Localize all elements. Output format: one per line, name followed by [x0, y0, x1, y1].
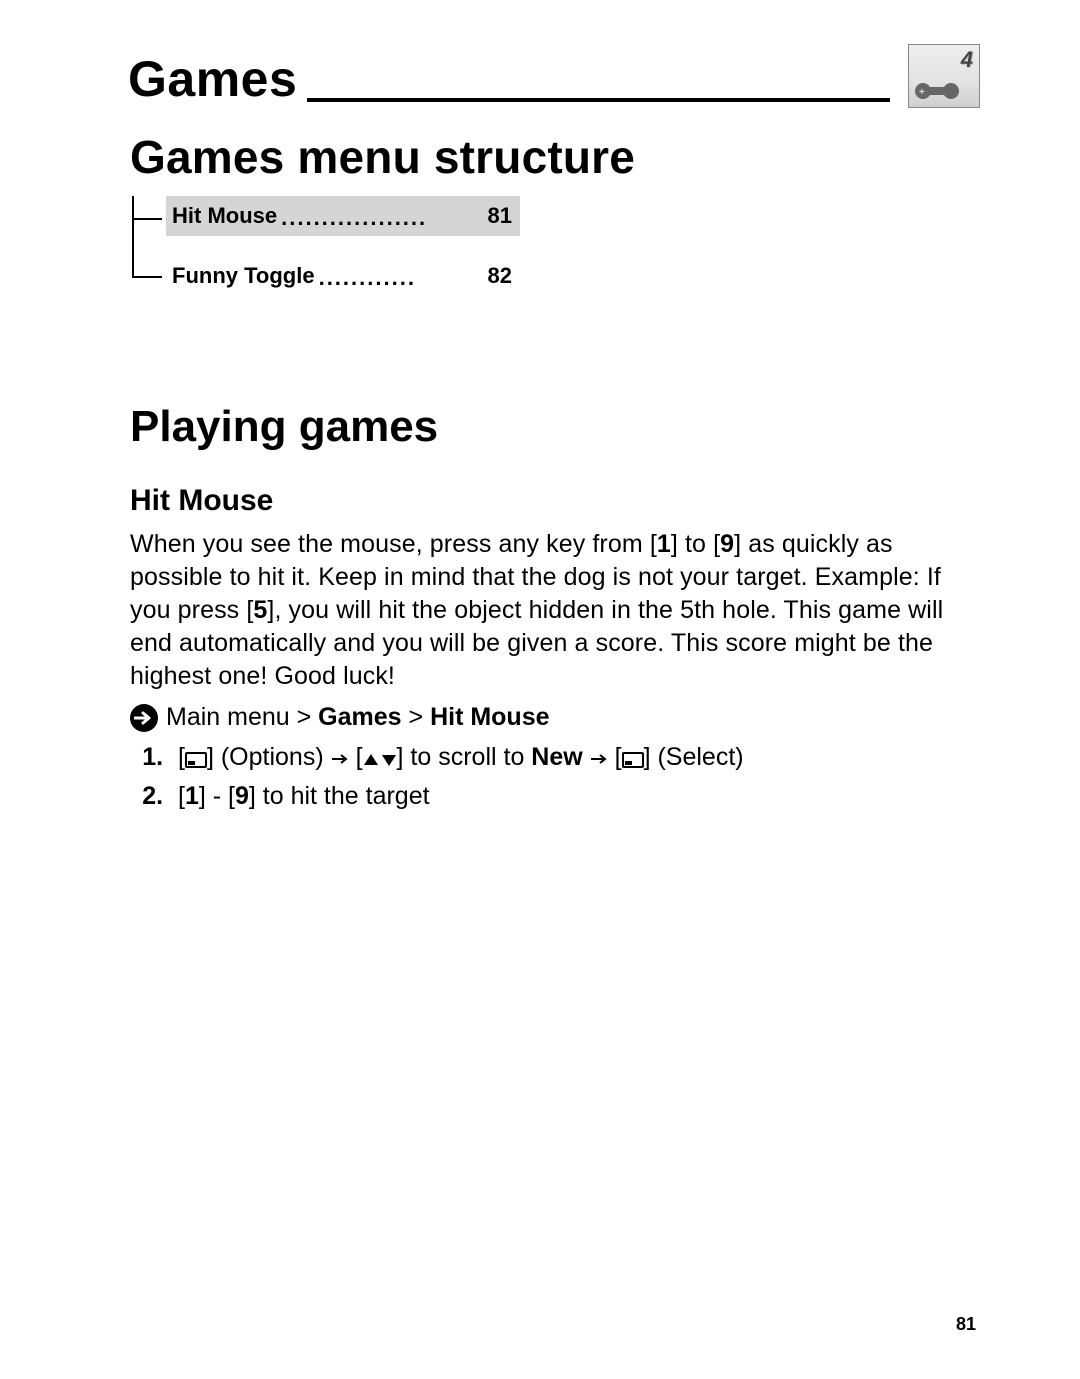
text: When you see the mouse, press any key fr… [130, 530, 657, 558]
bracket: [ [178, 743, 185, 771]
path-games: Games [318, 703, 401, 731]
softkey-icon [622, 752, 644, 768]
section-title-menu-structure: Games menu structure [130, 130, 980, 184]
toc-tree-lines [132, 196, 162, 292]
step-2: [1] - [9] to hit the target [170, 779, 980, 814]
text: - [206, 782, 228, 810]
text: to hit the target [256, 782, 430, 810]
bracket: ] [249, 782, 256, 810]
bracket: ] [644, 743, 651, 771]
bracket: ] [199, 782, 206, 810]
header-rule [307, 98, 890, 102]
page-header: Games 4 + [128, 44, 980, 108]
arrow-right-icon [590, 753, 608, 765]
label-new: New [531, 743, 582, 771]
key-9: 9 [720, 530, 734, 558]
toc-entry-hit-mouse: Hit Mouse .................. 81 [166, 196, 520, 236]
toc-leader-dots: .................. [277, 205, 487, 231]
chapter-number: 4 [961, 47, 973, 73]
toc-label: Hit Mouse [172, 203, 277, 229]
steps-list: [] (Options) [] to scroll to New [] (Sel… [170, 740, 980, 814]
page-number: 81 [956, 1314, 976, 1335]
key-9: 9 [235, 782, 249, 810]
toc-label: Funny Toggle [172, 263, 315, 289]
key-1: 1 [185, 782, 199, 810]
subheading-hit-mouse: Hit Mouse [130, 484, 980, 518]
key-1: 1 [657, 530, 671, 558]
section-title-playing-games: Playing games [130, 402, 980, 452]
softkey-icon [185, 752, 207, 768]
nav-arrow-icon [130, 704, 158, 732]
bracket: ] [207, 743, 214, 771]
bracket: [ [615, 743, 622, 771]
text: (Options) [214, 743, 331, 771]
toc-leader-dots: ............ [315, 265, 488, 291]
bracket: [ [356, 743, 363, 771]
up-down-icon [363, 753, 397, 767]
key-5: 5 [253, 596, 267, 624]
toc-entry-funny-toggle: Funny Toggle ............ 82 [166, 256, 520, 296]
text: (Select) [651, 743, 744, 771]
hit-mouse-description: When you see the mouse, press any key fr… [130, 528, 980, 693]
toc-page-number: 82 [488, 263, 512, 289]
step-1: [] (Options) [] to scroll to New [] (Sel… [170, 740, 980, 775]
bracket: [ [228, 782, 235, 810]
text: Main menu > [166, 703, 318, 731]
chapter-title: Games [128, 50, 297, 108]
text: ] to [ [671, 530, 720, 558]
gamepad-icon: + [915, 73, 963, 99]
toc-page-number: 81 [488, 203, 512, 229]
games-chapter-icon: 4 + [908, 44, 980, 108]
arrow-right-icon [331, 753, 349, 765]
text: > [402, 703, 431, 731]
menu-path: Main menu > Games > Hit Mouse [130, 703, 980, 732]
bracket: [ [178, 782, 185, 810]
menu-path-text: Main menu > Games > Hit Mouse [166, 703, 550, 732]
toc-tree: Hit Mouse .................. 81 Funny To… [128, 196, 980, 296]
path-hit-mouse: Hit Mouse [430, 703, 549, 731]
text: to scroll to [403, 743, 531, 771]
